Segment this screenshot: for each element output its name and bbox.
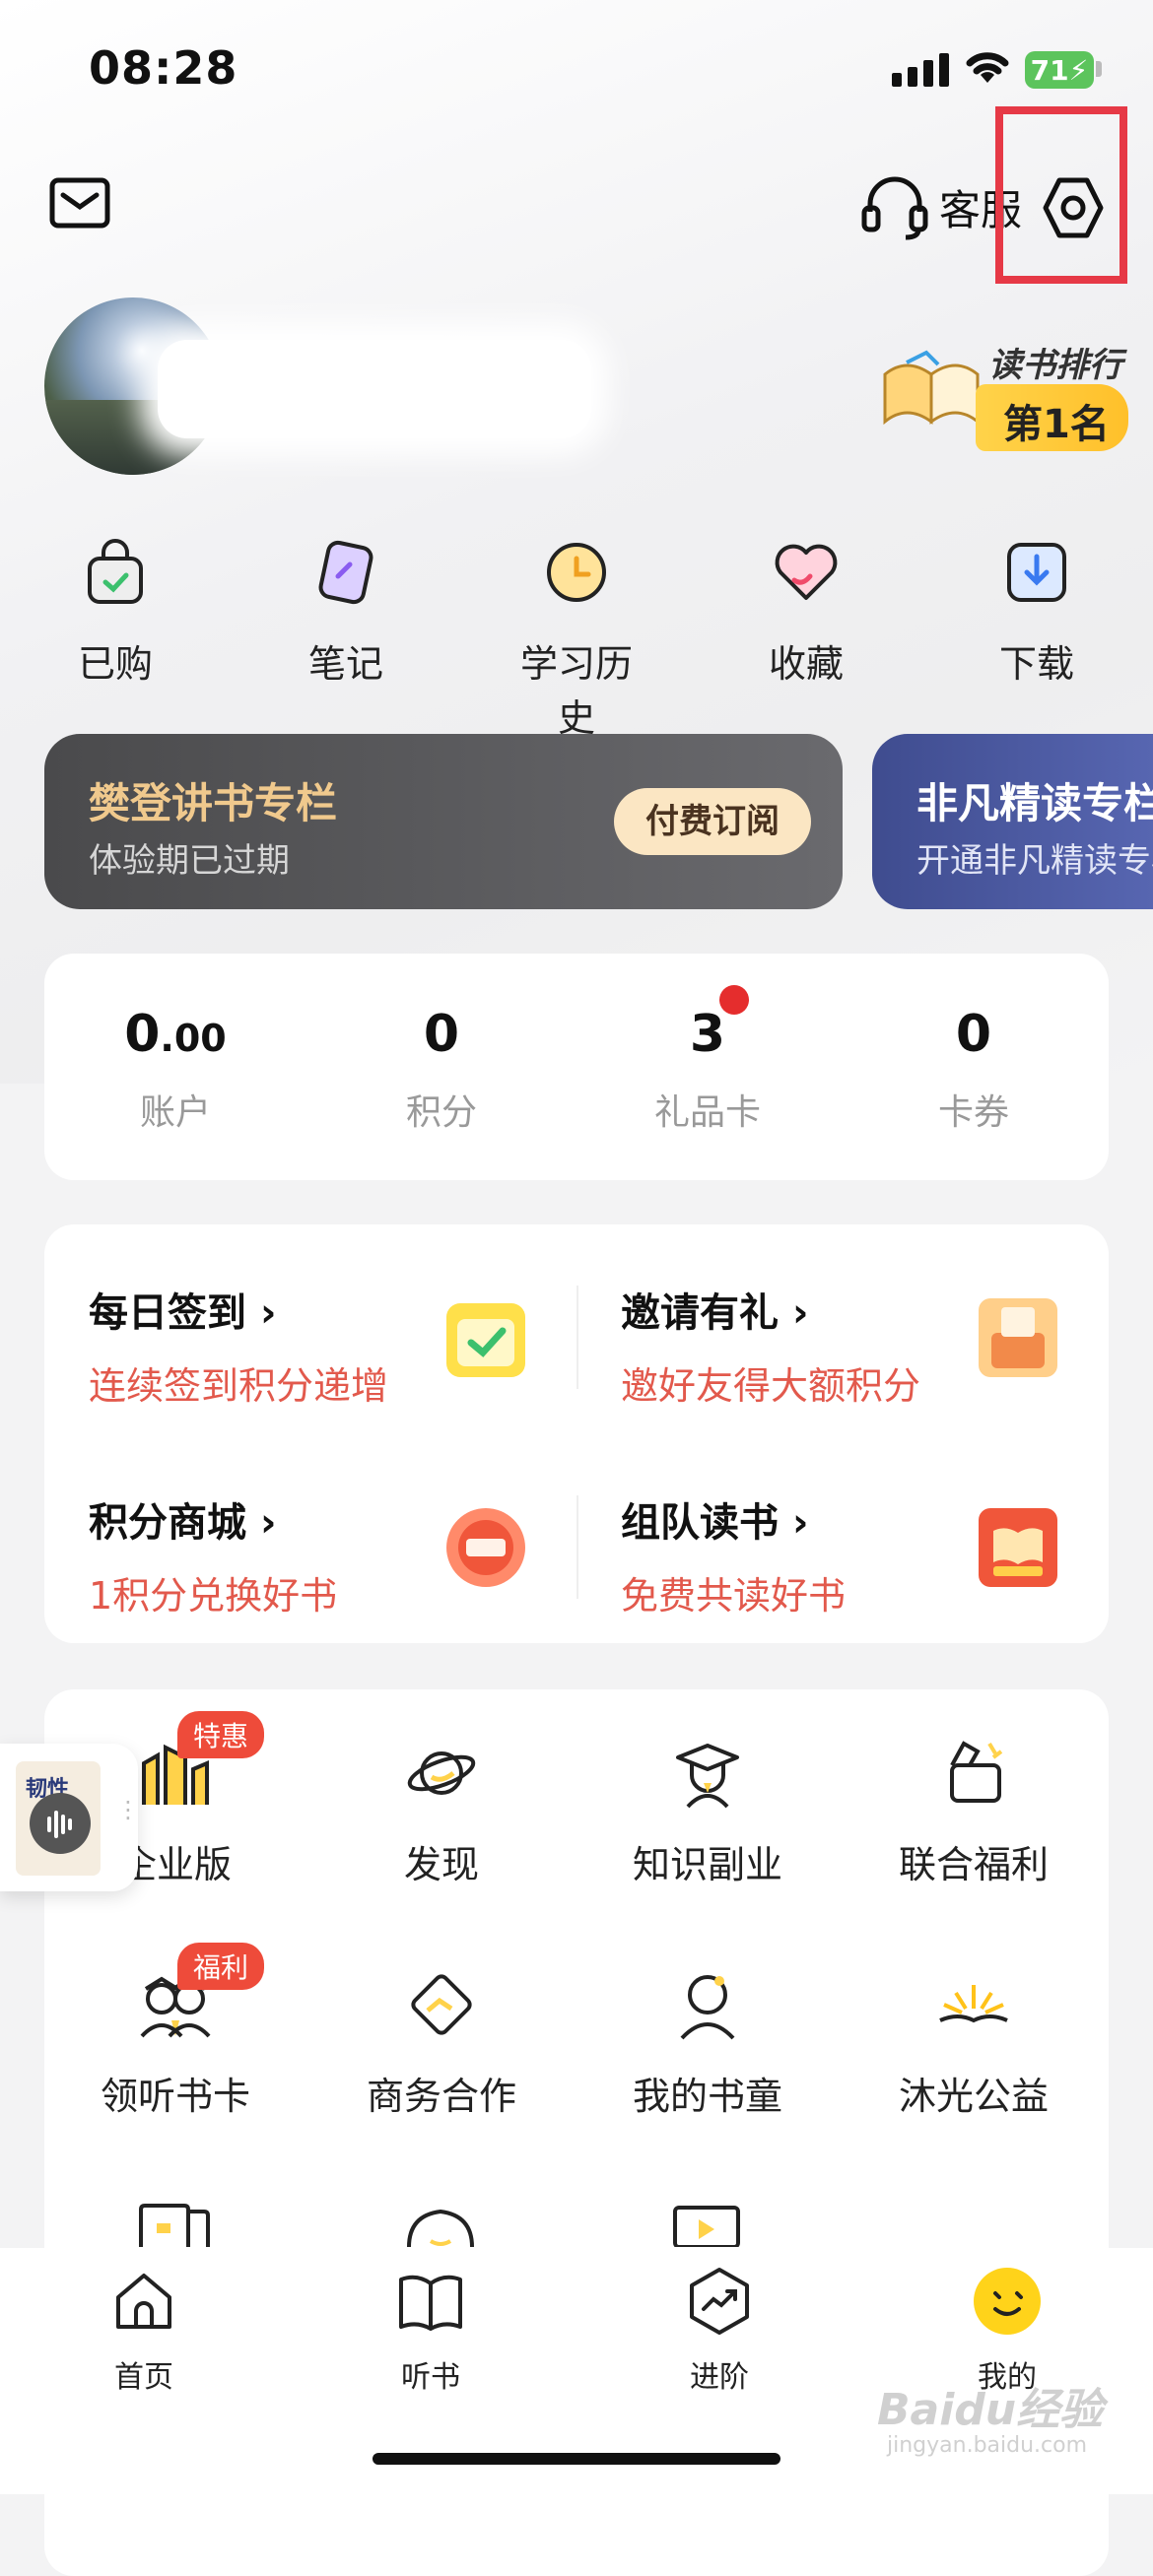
home-indicator[interactable] bbox=[373, 2453, 780, 2465]
audio-wave-icon[interactable] bbox=[30, 1793, 91, 1854]
smile-face-icon bbox=[974, 2268, 1041, 2335]
download-icon bbox=[1007, 543, 1066, 602]
quick-purchased[interactable]: 已购 bbox=[41, 537, 189, 688]
quick-download[interactable]: 下载 bbox=[963, 537, 1111, 688]
calendar-check-icon bbox=[446, 1303, 525, 1377]
subscribe-button[interactable]: 付费订阅 bbox=[614, 788, 811, 855]
chevron-right-icon: › bbox=[259, 1290, 277, 1336]
service-discover[interactable]: 发现 bbox=[333, 1734, 550, 1888]
stat-gift-cards[interactable]: 3 礼品卡 bbox=[609, 1005, 806, 1135]
service-book-assistant[interactable]: 我的书童 bbox=[599, 1965, 816, 2120]
open-book-icon bbox=[883, 350, 980, 426]
book-open-icon bbox=[399, 2275, 462, 2331]
quick-history[interactable]: 学习历史 bbox=[503, 537, 650, 742]
settings-highlight-box bbox=[995, 106, 1127, 284]
column-title: 樊登讲书专栏 bbox=[89, 779, 338, 827]
heart-icon bbox=[775, 544, 838, 600]
sunrise-book-icon bbox=[939, 1985, 1008, 2023]
clock-icon bbox=[547, 543, 606, 602]
divider bbox=[576, 1495, 578, 1599]
benefit-badge: 福利 bbox=[177, 1943, 265, 1990]
column-status: 体验期已过期 bbox=[89, 841, 290, 881]
promo-badge: 特惠 bbox=[177, 1711, 265, 1758]
planet-icon bbox=[407, 1751, 476, 1795]
chevron-right-icon: › bbox=[259, 1500, 277, 1546]
shopping-bag-icon bbox=[88, 539, 143, 604]
partial-service-icon[interactable] bbox=[667, 2202, 746, 2247]
chevron-right-icon: › bbox=[791, 1290, 809, 1336]
notification-dot bbox=[719, 985, 749, 1015]
signal-icon bbox=[892, 47, 949, 87]
coupon-icon bbox=[950, 1741, 1003, 1803]
baidu-watermark-url: jingyan.baidu.com bbox=[887, 2433, 1088, 2458]
home-icon bbox=[116, 2274, 171, 2329]
assistant-icon bbox=[680, 1975, 735, 2040]
feifan-title: 非凡精读专栏 bbox=[916, 779, 1153, 827]
stat-points[interactable]: 0 积分 bbox=[343, 1005, 540, 1135]
handshake-icon bbox=[411, 1974, 472, 2035]
mail-icon[interactable] bbox=[49, 177, 110, 229]
tab-advance[interactable]: 进阶 bbox=[641, 2266, 798, 2396]
service-listen-card[interactable]: 领听书卡 bbox=[67, 1965, 284, 2120]
battery-tip bbox=[1096, 61, 1102, 77]
feifan-subtitle: 开通非凡精读专栏 bbox=[916, 841, 1153, 881]
team-book-icon bbox=[979, 1508, 1057, 1587]
service-knowledge-side-job[interactable]: 知识副业 bbox=[599, 1734, 816, 1888]
mall-icon bbox=[446, 1508, 525, 1587]
baidu-watermark: Baidu经验 bbox=[877, 2385, 1104, 2435]
battery-indicator: 71 ⚡ bbox=[1025, 51, 1094, 89]
divider bbox=[576, 1286, 578, 1389]
username-redacted bbox=[158, 340, 591, 438]
wifi-icon bbox=[966, 52, 1009, 83]
service-joint-benefits[interactable]: 联合福利 bbox=[865, 1734, 1082, 1888]
rank-value: 第1名 bbox=[1003, 402, 1110, 447]
partial-service-icon[interactable] bbox=[135, 2202, 214, 2247]
drag-handle[interactable]: ⋮ bbox=[116, 1798, 140, 1834]
quick-favorites[interactable]: 收藏 bbox=[732, 537, 880, 688]
trend-hexagon-icon bbox=[690, 2268, 749, 2335]
tab-listen[interactable]: 听书 bbox=[352, 2266, 509, 2396]
stat-coupons[interactable]: 0 卡券 bbox=[875, 1005, 1072, 1135]
chevron-right-icon: › bbox=[791, 1500, 809, 1546]
headset-icon[interactable] bbox=[860, 172, 929, 241]
tab-home[interactable]: 首页 bbox=[65, 2266, 223, 2396]
service-charity[interactable]: 沐光公益 bbox=[865, 1965, 1082, 2120]
status-time: 08:28 bbox=[89, 41, 238, 95]
graduate-icon bbox=[676, 1744, 739, 1809]
partial-service-icon[interactable] bbox=[401, 2202, 480, 2247]
quick-notes[interactable]: 笔记 bbox=[272, 537, 420, 688]
service-business[interactable]: 商务合作 bbox=[333, 1965, 550, 2120]
gift-invite-icon bbox=[979, 1298, 1057, 1377]
note-icon bbox=[318, 540, 373, 605]
stat-account[interactable]: 0.00 账户 bbox=[77, 1005, 274, 1135]
